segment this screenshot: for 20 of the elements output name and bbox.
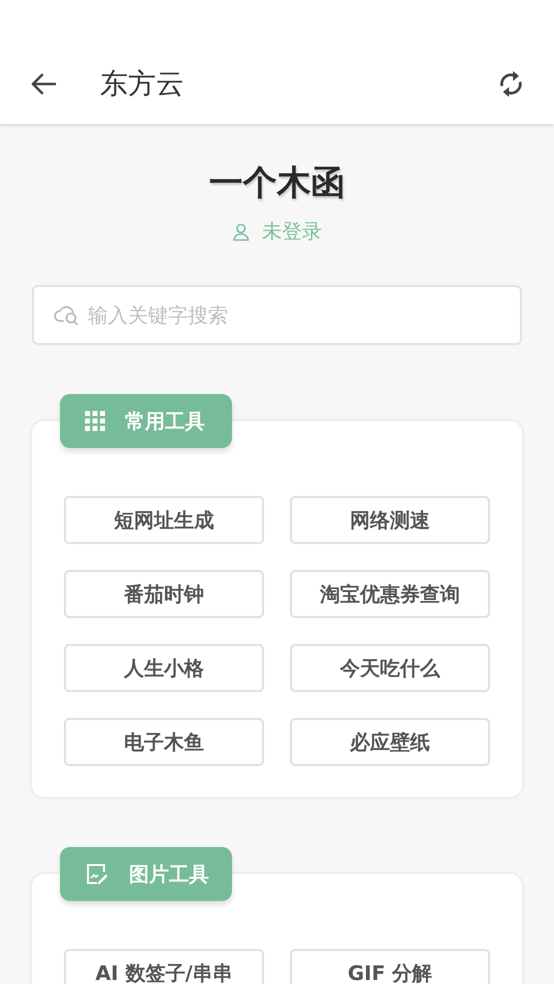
page-title: 东方云 bbox=[100, 66, 185, 102]
section-tag: 常用工具 bbox=[60, 394, 232, 448]
tool-button[interactable]: 网络测速 bbox=[290, 496, 490, 544]
refresh-icon[interactable] bbox=[498, 69, 524, 99]
tool-button[interactable]: 番茄时钟 bbox=[64, 570, 264, 618]
tool-button[interactable]: 淘宝优惠券查询 bbox=[290, 570, 490, 618]
tool-button[interactable]: AI 数签子/串串 bbox=[64, 949, 264, 984]
tool-button[interactable]: 必应壁纸 bbox=[290, 718, 490, 766]
user-icon bbox=[232, 222, 250, 240]
section-tag: 图片工具 bbox=[60, 847, 232, 901]
tool-button[interactable]: 电子木鱼 bbox=[64, 718, 264, 766]
profile-name: 一个木函 bbox=[209, 162, 345, 205]
search-field[interactable]: 输入关键字搜索 bbox=[32, 285, 522, 345]
image-edit-icon bbox=[85, 862, 109, 886]
tool-button[interactable]: 今天吃什么 bbox=[290, 644, 490, 692]
back-icon[interactable] bbox=[30, 73, 56, 95]
tool-button[interactable]: GIF 分解 bbox=[290, 949, 490, 984]
tool-button[interactable]: 短网址生成 bbox=[64, 496, 264, 544]
grid-icon bbox=[85, 411, 105, 431]
tool-button[interactable]: 人生小格 bbox=[64, 644, 264, 692]
